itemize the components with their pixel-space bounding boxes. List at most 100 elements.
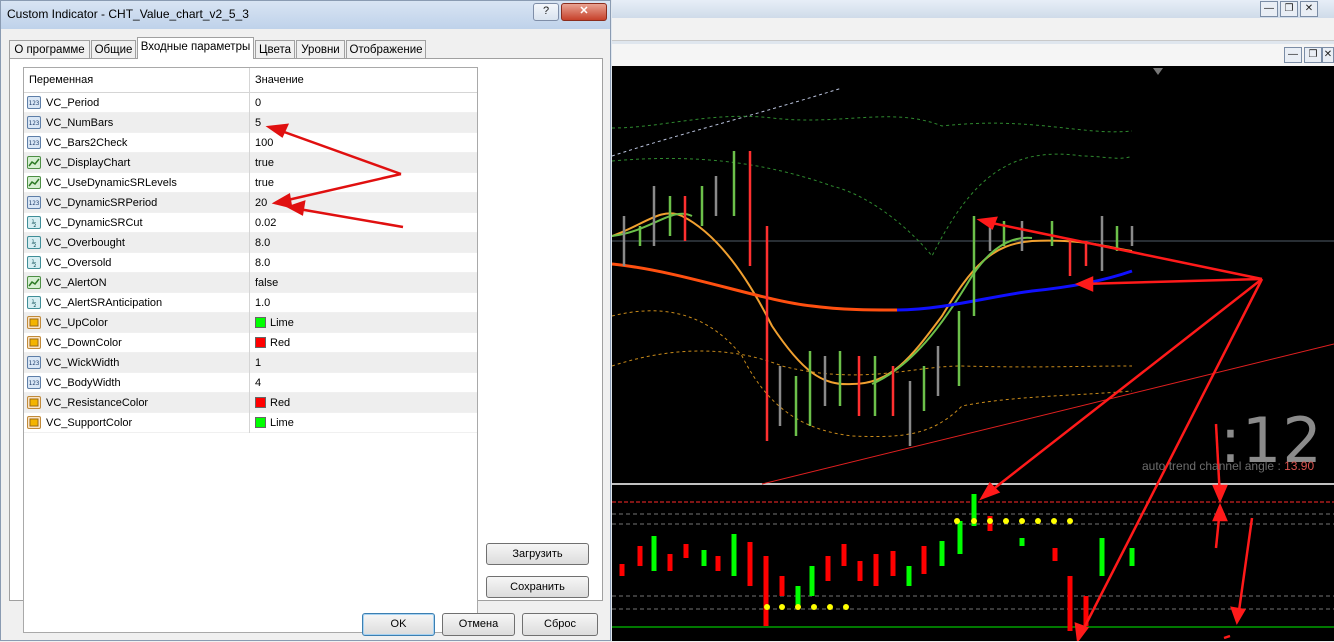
value-chart-bar xyxy=(1129,548,1135,566)
sr-dot xyxy=(954,518,960,524)
param-value-cell[interactable]: 4 xyxy=(251,373,477,393)
param-value: true xyxy=(255,157,274,169)
param-row[interactable]: 123 VC_NumBars 5 xyxy=(24,113,477,133)
minimize-icon[interactable]: — xyxy=(1260,1,1278,17)
save-button[interactable]: Сохранить xyxy=(486,576,589,598)
tab-colors[interactable]: Цвета xyxy=(255,40,295,58)
param-row[interactable]: ½ VC_Oversold 8.0 xyxy=(24,253,477,273)
color-swatch xyxy=(255,317,266,328)
param-row[interactable]: ½ VC_AlertSRAnticipation 1.0 xyxy=(24,293,477,313)
int-type-icon: 123 xyxy=(27,116,41,129)
param-value-cell[interactable]: true xyxy=(251,173,477,193)
param-row[interactable]: VC_AlertON false xyxy=(24,273,477,293)
int-type-icon: 123 xyxy=(27,96,41,109)
param-row[interactable]: VC_UseDynamicSRLevels true xyxy=(24,173,477,193)
chart-restore-icon[interactable]: ❐ xyxy=(1304,47,1322,63)
color-type-icon xyxy=(27,316,41,329)
reset-button[interactable]: Сброс xyxy=(522,613,598,636)
param-value-cell[interactable]: Lime xyxy=(251,413,477,433)
tab-visualization[interactable]: Отображение xyxy=(346,40,426,58)
param-row[interactable]: VC_DownColor Red xyxy=(24,333,477,353)
param-row[interactable]: ½ VC_Overbought 8.0 xyxy=(24,233,477,253)
param-row[interactable]: VC_DisplayChart true xyxy=(24,153,477,173)
param-value: 4 xyxy=(255,377,262,389)
param-value-cell[interactable]: 8.0 xyxy=(251,253,477,273)
param-value-cell[interactable]: Lime xyxy=(251,313,477,333)
param-value: 5 xyxy=(255,117,262,129)
param-value-cell[interactable]: Red xyxy=(251,333,477,353)
sr-dot xyxy=(1051,518,1057,524)
value-chart-bar xyxy=(809,566,815,596)
header-value[interactable]: Значение xyxy=(250,68,477,92)
param-row[interactable]: ½ VC_DynamicSRCut 0.02 xyxy=(24,213,477,233)
param-value: 100 xyxy=(255,137,274,149)
param-variable-cell: 123 VC_WickWidth xyxy=(24,353,250,373)
value-chart-bar xyxy=(731,534,737,576)
chart-close-icon[interactable]: ✕ xyxy=(1322,47,1334,63)
param-row[interactable]: 123 VC_Period 0 xyxy=(24,93,477,113)
param-value: Red xyxy=(270,397,291,409)
chart-minimize-icon[interactable]: — xyxy=(1284,47,1302,63)
tab-about[interactable]: О программе xyxy=(9,40,90,58)
price-chart[interactable]: :12 auto trend channel angle : 13.90 xyxy=(612,66,1334,641)
int-type-icon: 123 xyxy=(27,196,41,209)
sr-dot xyxy=(987,518,993,524)
param-value-cell[interactable]: 5 xyxy=(251,113,477,133)
param-name: VC_DisplayChart xyxy=(46,157,131,169)
param-name: VC_DynamicSRPeriod xyxy=(46,197,158,209)
tab-levels[interactable]: Уровни xyxy=(296,40,345,58)
param-row[interactable]: VC_UpColor Lime xyxy=(24,313,477,333)
param-value-cell[interactable]: 8.0 xyxy=(251,233,477,253)
param-row[interactable]: 123 VC_WickWidth 1 xyxy=(24,353,477,373)
param-row[interactable]: VC_ResistanceColor Red xyxy=(24,393,477,413)
param-value-cell[interactable]: true xyxy=(251,153,477,173)
param-value-cell[interactable]: 1 xyxy=(251,353,477,373)
param-row[interactable]: 123 VC_Bars2Check 100 xyxy=(24,133,477,153)
tab-common[interactable]: Общие xyxy=(91,40,136,58)
cancel-button[interactable]: Отмена xyxy=(442,613,515,636)
param-value-cell[interactable]: 20 xyxy=(251,193,477,213)
param-row[interactable]: 123 VC_DynamicSRPeriod 20 xyxy=(24,193,477,213)
param-value-cell[interactable]: 100 xyxy=(251,133,477,153)
param-variable-cell: ½ VC_AlertSRAnticipation xyxy=(24,293,250,313)
param-name: VC_NumBars xyxy=(46,117,114,129)
bool-type-icon xyxy=(27,276,41,289)
param-name: VC_SupportColor xyxy=(46,417,133,429)
param-row[interactable]: VC_SupportColor Lime xyxy=(24,413,477,433)
header-variable[interactable]: Переменная xyxy=(24,68,250,92)
param-value-cell[interactable]: Red xyxy=(251,393,477,413)
sr-dot xyxy=(764,604,770,610)
value-chart-bar xyxy=(1052,548,1058,561)
help-button[interactable]: ? xyxy=(533,3,559,21)
close-button[interactable]: ✕ xyxy=(561,3,607,21)
param-value: 0.02 xyxy=(255,217,277,229)
param-value-cell[interactable]: 0 xyxy=(251,93,477,113)
param-variable-cell: VC_SupportColor xyxy=(24,413,250,433)
param-variable-cell: ½ VC_Oversold xyxy=(24,253,250,273)
value-chart-bar xyxy=(841,544,847,566)
color-type-icon xyxy=(27,416,41,429)
sr-dot xyxy=(971,518,977,524)
slow-ma-blue xyxy=(896,269,1133,312)
value-chart-bar xyxy=(957,521,963,554)
param-value-cell[interactable]: 1.0 xyxy=(251,293,477,313)
param-value-cell[interactable]: false xyxy=(251,273,477,293)
value-chart-bar xyxy=(939,541,945,566)
color-type-icon xyxy=(27,336,41,349)
param-row[interactable]: 123 VC_BodyWidth 4 xyxy=(24,373,477,393)
value-chart-bar xyxy=(701,550,707,566)
param-value: 1.0 xyxy=(255,297,271,309)
parameters-grid[interactable]: Переменная Значение 123 VC_Period 0 123 VC_N… xyxy=(23,67,478,633)
param-value: Lime xyxy=(270,317,294,329)
param-variable-cell: ½ VC_Overbought xyxy=(24,233,250,253)
load-button[interactable]: Загрузить xyxy=(486,543,589,565)
param-name: VC_Overbought xyxy=(46,237,125,249)
param-value-cell[interactable]: 0.02 xyxy=(251,213,477,233)
value-chart-bar xyxy=(906,566,912,586)
tab-inputs[interactable]: Входные параметры xyxy=(137,37,254,59)
restore-icon[interactable]: ❐ xyxy=(1280,1,1298,17)
dialog-title: Custom Indicator - CHT_Value_chart_v2_5_… xyxy=(7,7,249,21)
ok-button[interactable]: OK xyxy=(362,613,435,636)
param-value: Lime xyxy=(270,417,294,429)
close-icon[interactable]: ✕ xyxy=(1300,1,1318,17)
